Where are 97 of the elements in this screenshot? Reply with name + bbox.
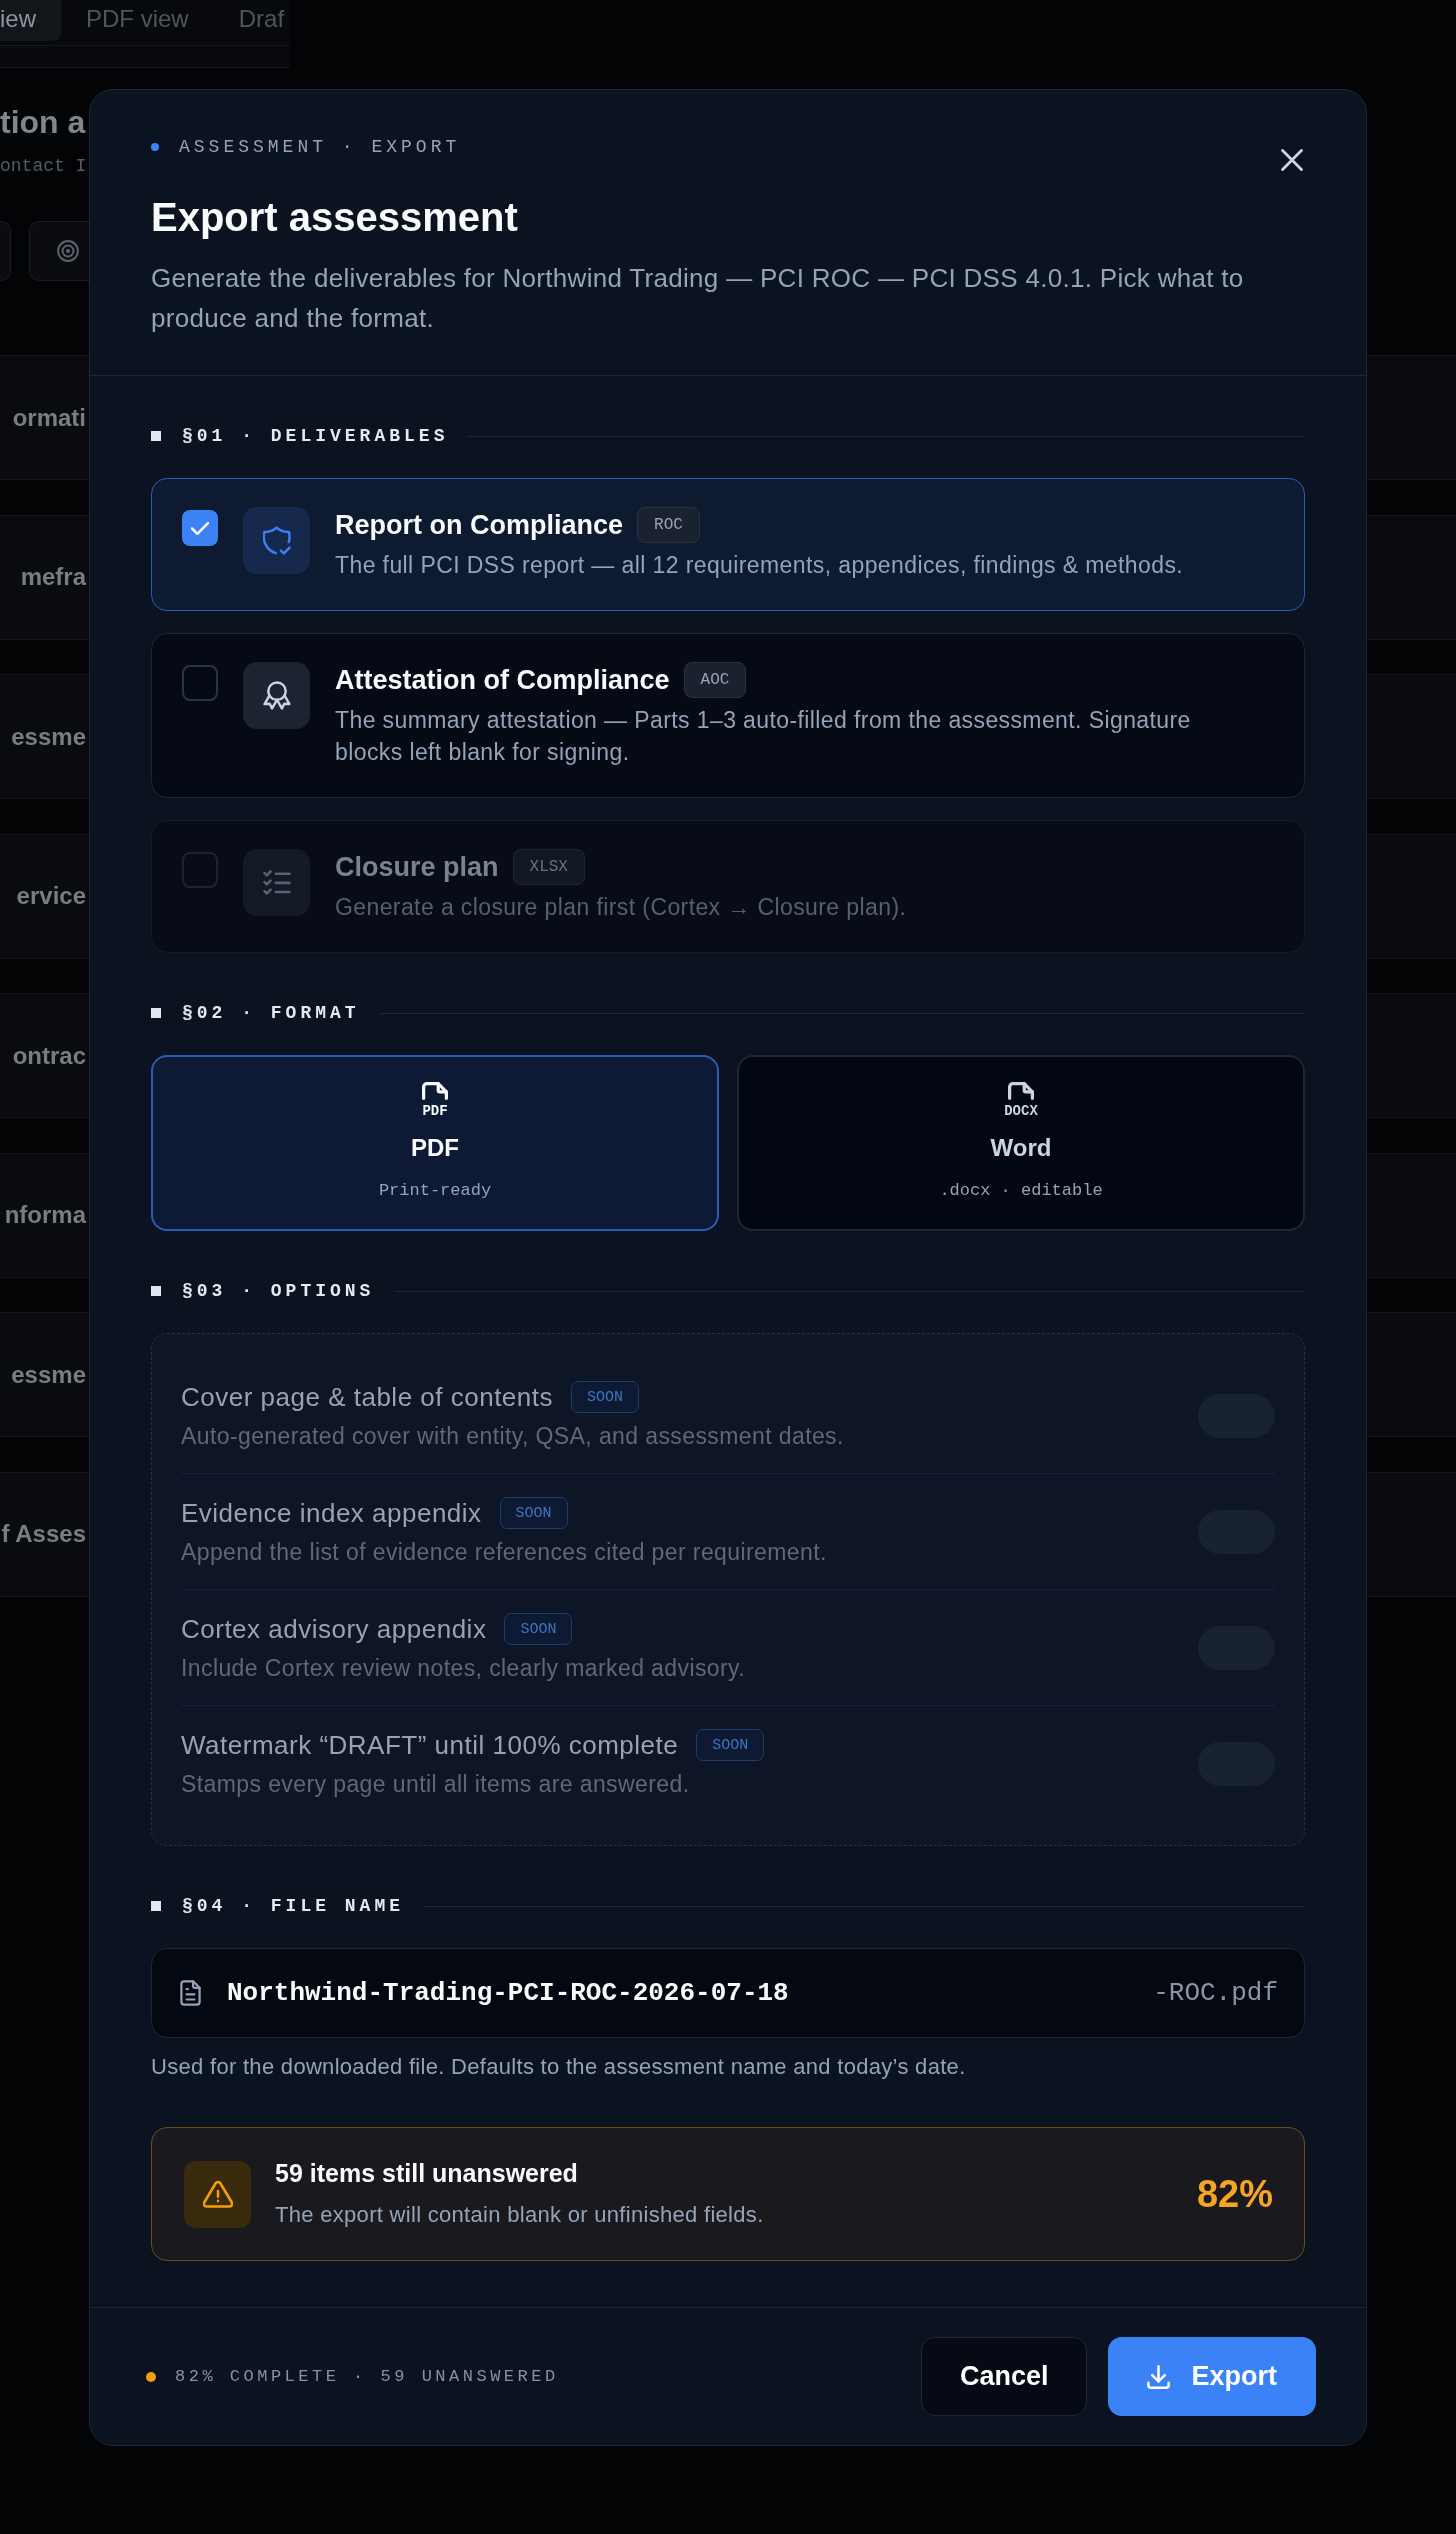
list-row[interactable]: essme — [0, 1312, 89, 1437]
row-label: essme — [11, 722, 86, 751]
deliverable-title: Report on Compliance — [335, 509, 624, 542]
option-description: Auto-generated cover with entity, QSA, and assessment dates. — [181, 1422, 844, 1451]
cancel-button[interactable]: Cancel — [920, 2337, 1088, 2416]
option-description: Append the list of evidence references cited per requirement. — [181, 1538, 827, 1567]
tab[interactable]: Draf — [213, 0, 285, 41]
square-bullet-icon — [151, 1286, 161, 1296]
format-label: PDF — [411, 1133, 459, 1163]
format-caption: .docx · editable — [939, 1181, 1103, 1201]
file-type-label: PDF — [422, 1103, 448, 1119]
section-heading: §01 · DELIVERABLES — [182, 426, 449, 446]
status-text: 82% COMPLETE · 59 UNANSWERED — [175, 2367, 559, 2386]
row-label: mefra — [20, 563, 86, 591]
list-row[interactable] — [1367, 1152, 1456, 1278]
list-row[interactable] — [1367, 1312, 1456, 1437]
option-title: Cover page & table of contents — [181, 1381, 553, 1414]
row-label: f Asses — [1, 1520, 86, 1548]
row-label: ormati — [12, 403, 86, 432]
section-heading: §02 · FORMAT — [182, 1003, 360, 1023]
export-button[interactable]: Export — [1108, 2337, 1316, 2416]
check-icon — [191, 521, 209, 535]
toolbar-button[interactable] — [29, 221, 89, 281]
format-tag: ROC — [637, 507, 700, 543]
download-icon — [1147, 2364, 1171, 2389]
list-row[interactable]: essme — [0, 674, 89, 799]
close-icon — [1281, 149, 1303, 171]
list-row[interactable]: nforma — [0, 1152, 89, 1278]
completion-percent: 82% — [1196, 2172, 1273, 2216]
soon-tag: SOON — [504, 1613, 573, 1645]
field-hint: Used for the downloaded file. Defaults to the assessment name and today’s date. — [151, 2054, 967, 2080]
option-description: Include Cortex review notes, clearly marked advisory. — [181, 1654, 746, 1683]
dialog-description: Generate the deliverables for Northwind Trading — PCI ROC — PCI DSS 4.0.1. Pick what to produce and the format. — [151, 262, 1245, 335]
tab[interactable]: iew — [0, 0, 61, 41]
checkbox[interactable] — [182, 510, 218, 546]
row-label: ervice — [16, 882, 86, 910]
deliverable-title: Closure plan — [335, 851, 499, 884]
file-extension: -ROC.pdf — [1153, 1978, 1278, 2008]
format-option[interactable]: PDF PDF Print-ready — [151, 1055, 719, 1231]
deliverable-description: The summary attestation — Parts 1–3 auto-filled from the assessment. Signature blocks left blank for signing. — [335, 706, 1192, 767]
dialog-eyebrow: ASSESSMENT · EXPORT — [179, 137, 461, 157]
option-title: Evidence index appendix — [181, 1497, 482, 1530]
page-subheading: ontact I — [0, 155, 87, 177]
row-label: ontrac — [12, 1041, 86, 1070]
format-tag: AOC — [683, 662, 747, 698]
page-heading: tion a — [0, 103, 86, 142]
deliverable-description: The full PCI DSS report — all 12 requirements, appendices, findings & methods. — [335, 551, 1185, 580]
list-row[interactable] — [1367, 833, 1456, 959]
target-icon — [57, 240, 79, 262]
option-title: Watermark “DRAFT” until 100% complete — [181, 1729, 679, 1762]
soon-tag: SOON — [499, 1497, 568, 1529]
deliverable-card[interactable]: Report on Compliance ROC The full PCI DSS report — all 12 requirements, appendices, findings & methods. — [151, 478, 1305, 611]
file-icon — [422, 1082, 448, 1100]
deliverable-card[interactable]: Attestation of Compliance AOC The summary attestation — Parts 1–3 auto-filled from the assessment. Signature blocks left blank for signing. — [151, 633, 1305, 798]
award-icon — [243, 662, 310, 729]
section-heading: §03 · OPTIONS — [182, 1281, 375, 1301]
checkbox[interactable] — [182, 665, 218, 701]
square-bullet-icon — [151, 1008, 161, 1018]
shield-check-icon — [243, 507, 310, 574]
list-row[interactable]: mefra — [0, 514, 89, 640]
list-row[interactable] — [1367, 674, 1456, 799]
list-row[interactable] — [1367, 355, 1456, 480]
list-row[interactable]: ormati — [0, 355, 89, 480]
row-label: essme — [11, 1360, 86, 1389]
format-option[interactable]: DOCX Word .docx · editable — [737, 1055, 1305, 1231]
dot-icon — [151, 143, 159, 151]
square-bullet-icon — [151, 431, 161, 441]
dialog-title: Export assessment — [151, 194, 519, 241]
row-label: nforma — [4, 1201, 86, 1229]
file-type-label: DOCX — [1004, 1103, 1038, 1119]
warning-description: The export will contain blank or unfinished fields. — [275, 2201, 765, 2229]
section-heading: §04 · FILE NAME — [182, 1896, 405, 1916]
list-row[interactable]: ontrac — [0, 993, 89, 1118]
soon-tag: SOON — [696, 1729, 765, 1761]
format-label: Word — [990, 1133, 1052, 1163]
square-bullet-icon — [151, 1901, 161, 1911]
option-description: Stamps every page until all items are answered. — [181, 1770, 691, 1799]
warning-title: 59 items still unanswered — [275, 2158, 579, 2188]
checklist-icon — [243, 849, 310, 916]
list-row[interactable]: ervice — [0, 833, 89, 959]
deliverable-title: Attestation of Compliance — [335, 664, 670, 697]
document-icon — [180, 1980, 201, 2006]
format-caption: Print-ready — [378, 1181, 492, 1201]
status-dot-icon — [146, 2371, 156, 2382]
soon-tag: SOON — [571, 1381, 640, 1413]
warning-icon — [184, 2160, 251, 2228]
list-row[interactable] — [1367, 993, 1456, 1118]
list-row[interactable] — [1367, 1471, 1456, 1597]
tab[interactable]: PDF view — [61, 0, 214, 41]
list-row[interactable] — [1367, 514, 1456, 640]
option-title: Cortex advisory appendix — [181, 1613, 487, 1646]
format-tag: XLSX — [512, 849, 585, 885]
file-icon — [1008, 1082, 1034, 1100]
list-row[interactable]: f Asses — [0, 1471, 89, 1597]
file-name-field[interactable]: Northwind-Trading-PCI-ROC-2026-07-18 -ROC.pdf — [151, 1948, 1305, 2038]
file-name-input[interactable]: Northwind-Trading-PCI-ROC-2026-07-18 — [227, 1978, 1154, 2008]
deliverable-description: Generate a closure plan first (Cortex → Closure plan). — [335, 893, 908, 922]
